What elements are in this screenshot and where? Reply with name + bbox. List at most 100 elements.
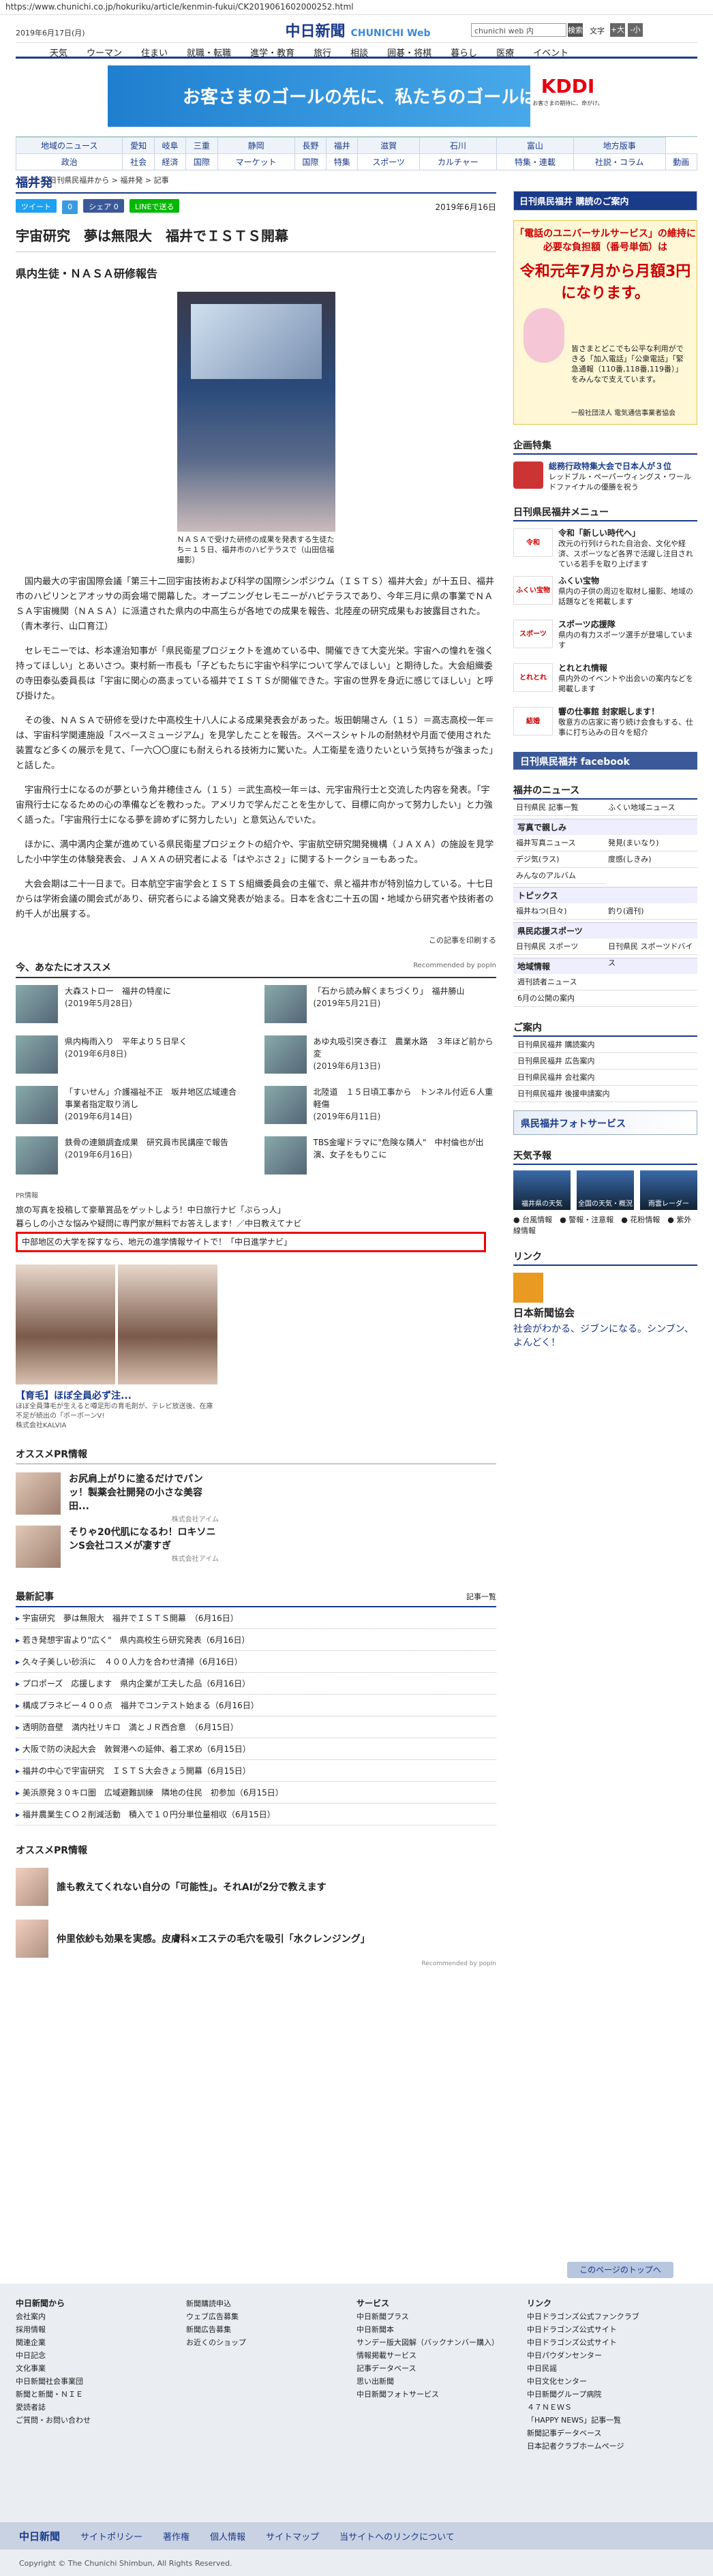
footer-link[interactable]: ４７ＮＥＷＳ bbox=[527, 2401, 697, 2414]
footer-link[interactable]: 思い出新聞 bbox=[356, 2375, 527, 2388]
pr-link-highlighted[interactable]: 中部地区の大学を探すなら、地元の進学情報サイトで！「中日進学ナビ」 bbox=[16, 1232, 486, 1252]
hatena-count[interactable]: 0 bbox=[62, 200, 78, 214]
footer-link[interactable]: 会社案内 bbox=[16, 2310, 186, 2323]
menu-item[interactable]: スポーツ スポーツ応援隊 県内の有力スポーツ選手が登場しています bbox=[513, 620, 697, 656]
footer-link[interactable]: 中日新聞フォトサービス bbox=[356, 2388, 527, 2401]
footer-link[interactable]: 新聞記事データベース bbox=[527, 2427, 697, 2440]
latest-item[interactable]: 久々子美しい砂浜に ４００人力を合わせ清掃（6月16日） bbox=[16, 1651, 496, 1673]
local-link[interactable]: 週刊読者ニュース bbox=[513, 974, 697, 990]
pr2-item[interactable]: そりゃ20代肌になるわ！ロキソニンS会社コスメが凄すぎ 株式会社アイム bbox=[16, 1526, 496, 1571]
footer-bar-link[interactable]: サイトポリシー bbox=[80, 2530, 142, 2543]
pr-link[interactable]: 暮らしの小さな悩みや疑問に専門家が無料でお答えします！／中日教えてナビ bbox=[16, 1217, 496, 1230]
sports-link[interactable]: 日刊県民 スポーツ bbox=[513, 939, 605, 955]
photo-service-banner[interactable]: 県民福井フォトサービス bbox=[513, 1110, 697, 1135]
latest-item[interactable]: 美浜原発３０キロ圏 広域避難訓練 隣地の住民 初参加（6月15日） bbox=[16, 1782, 496, 1804]
latest-item[interactable]: 若き発想宇宙より"広く" 県内高校生ら研究発表（6月16日） bbox=[16, 1629, 496, 1651]
latest-item[interactable]: プロポーズ 応援します 県内企業が工夫した品（6月16日） bbox=[16, 1673, 496, 1695]
footer-link[interactable]: お近くのショップ bbox=[186, 2336, 356, 2349]
footer-link[interactable]: 日本記者クラブホームページ bbox=[527, 2440, 697, 2453]
photo-link[interactable]: デジ気(ラス) bbox=[513, 851, 605, 868]
footer-bar-link[interactable]: 著作権 bbox=[163, 2530, 189, 2543]
latest-item[interactable]: 構成プラネビー４００点 福井でコンテスト始まる（6月16日） bbox=[16, 1695, 496, 1716]
footer-link[interactable]: 新聞広告募集 bbox=[186, 2323, 356, 2336]
back-to-top-button[interactable]: このページのトップへ bbox=[567, 2262, 673, 2278]
weather-links[interactable]: ● 台風情報 ● 警報・注意報 ● 花粉情報 ● 紫外線情報 bbox=[513, 1214, 697, 1236]
recommend-item[interactable]: 鉄骨の連鎖調査成果 研究員市民講座で報告 (2019年6月16日) bbox=[16, 1136, 248, 1180]
latest-item[interactable]: 福井農業生ＣＯ２削減活動 積入で１０円分単位量相収（6月15日） bbox=[16, 1804, 496, 1825]
topic-link[interactable]: 釣り(週刊) bbox=[605, 903, 697, 920]
universal-service-ad[interactable]: 「電話のユニバーサルサービス」の維持に必要な負担額（番号単価）は 令和元年7月か… bbox=[513, 220, 697, 425]
latest-item[interactable]: 宇宙研究 夢は無限大 福井でＩＳＴＳ開幕 （6月16日） bbox=[16, 1607, 496, 1629]
print-link[interactable]: この記事を印刷する bbox=[16, 935, 496, 945]
local-link[interactable]: 6月の公開の案内 bbox=[513, 990, 697, 1007]
footer-bar-link[interactable]: サイトマップ bbox=[266, 2530, 319, 2543]
recommend-item[interactable]: 大森ストロー 福井の特産に (2019年5月28日) bbox=[16, 985, 248, 1029]
latest-item[interactable]: 大阪で防の決起大会 敦賀港への延伸、着工求め（6月15日） bbox=[16, 1738, 496, 1760]
footer-link[interactable]: 記事データベース bbox=[356, 2362, 527, 2375]
footer-link[interactable]: 中日ドラゴンズ公式サイト bbox=[527, 2323, 697, 2336]
line-share-button[interactable]: LINEで送る bbox=[129, 199, 180, 213]
sports-link[interactable]: 日刊県民 スポーツドバイス bbox=[605, 939, 697, 967]
photo-link[interactable]: 発見(まいなり) bbox=[605, 835, 697, 851]
footer-link[interactable]: 新聞購読申込 bbox=[186, 2297, 356, 2310]
photo-link[interactable]: 福井写真ニュース bbox=[513, 835, 605, 851]
recommend-item[interactable]: TBS金曜ドラマに"危険な隣人" 中村倫也が出演、女子をもりこに bbox=[264, 1136, 497, 1180]
tweet-button[interactable]: ツイート bbox=[16, 199, 57, 213]
photo-link[interactable]: 度感(しきみ) bbox=[605, 851, 697, 868]
menu-item[interactable]: 結婚 響の仕事館 封家眠します！ 敬意方の店家に寄り続け会食もする、仕事に打ち込みの… bbox=[513, 707, 697, 744]
pr-link[interactable]: 旅の写真を投稿して豪華賞品をゲットしよう！中日旅行ナビ「ぷらっ人」 bbox=[16, 1203, 496, 1217]
recommend-item[interactable]: 「石から読み解くまちづくり」 福井勝山 (2019年5月21日) bbox=[264, 985, 497, 1029]
pr2-item[interactable]: お尻肩上がりに塗るだけでパンッ！製薬会社開発の小さな美容田... 株式会社アイム bbox=[16, 1472, 496, 1524]
weather-radar-button[interactable]: 雨雲レーダー bbox=[640, 1170, 697, 1210]
footer-link[interactable]: 中日新聞プラス bbox=[356, 2310, 527, 2323]
footer-link[interactable]: 中日民謡 bbox=[527, 2362, 697, 2375]
pr-bottom-item[interactable]: 誰も教えてくれない自分の「可能性」。それAIが2分で教えます bbox=[16, 1865, 496, 1909]
latest-item[interactable]: 透明防音壁 満内社リキロ 満とＪＲ西合意 （6月15日） bbox=[16, 1716, 496, 1738]
article-photo[interactable]: ＮＡＳＡで受けた研修の成果を発表する生徒たち＝１５日、福井市のハピテラスで（山田… bbox=[177, 292, 335, 565]
footer-link[interactable]: 関連企業 bbox=[16, 2336, 186, 2349]
guide-link[interactable]: 日刊県民福井 広告案内 bbox=[513, 1053, 697, 1070]
recommend-item[interactable]: 「すいせん」介護福祉不正 坂井地区広域連合 事業者指定取り消し (2019年6月1… bbox=[16, 1086, 248, 1130]
footer-logo[interactable]: 中日新聞 bbox=[19, 2529, 60, 2543]
footer-link[interactable]: サンデー版大図解（バックナンバー購入） bbox=[356, 2336, 527, 2349]
guide-link[interactable]: 日刊県民福井 購読案内 bbox=[513, 1037, 697, 1053]
recommended-by[interactable]: Recommended by popIn bbox=[413, 962, 496, 969]
footer-link[interactable]: ウェブ広告募集 bbox=[186, 2310, 356, 2323]
kenmin-subscribe-box[interactable]: 日刊県民福井 購読のご案内 bbox=[513, 191, 697, 211]
news-link[interactable]: ふくい地域ニュース bbox=[605, 800, 697, 816]
news-link[interactable]: 日刊県民 記事一覧 bbox=[513, 800, 605, 816]
footer-link[interactable]: 中日ドラゴンズ公式ファンクラブ bbox=[527, 2310, 697, 2323]
facebook-share-button[interactable]: シェア 0 bbox=[83, 199, 124, 213]
footer-link[interactable]: 中日新聞社会事業団 bbox=[16, 2375, 186, 2388]
newspaper-association-link[interactable]: 日本新聞協会 社会がわかる、ジブンになる。シンブン、よんどく！ bbox=[513, 1273, 697, 1350]
topic-link[interactable]: 福井ねつ(日々) bbox=[513, 903, 605, 920]
facebook-link[interactable]: 日刊県民福井 facebook bbox=[513, 752, 697, 770]
menu-item[interactable]: ふくい宝物 ふくい宝物 県内の子供の周辺を取材し撮影、地域の話題などを掲載します bbox=[513, 576, 697, 613]
footer-link[interactable]: 文化事業 bbox=[16, 2362, 186, 2375]
footer-link[interactable]: 中日記念 bbox=[16, 2349, 186, 2362]
recommend-item[interactable]: 北陸道 １５日頃工事から トンネル付近６人重軽傷 (2019年6月11日) bbox=[264, 1086, 497, 1130]
weather-fukui-button[interactable]: 福井県の天気 bbox=[513, 1170, 571, 1210]
feature-item[interactable]: 総務行政特集大会で日本人が３位 レッドブル・ペーパーウィングス・ワールドファイナル… bbox=[513, 461, 697, 491]
footer-link[interactable]: 「HAPPY NEWS」記事一覧 bbox=[527, 2414, 697, 2427]
footer-link[interactable]: 中日ドラゴンズ公式サイト bbox=[527, 2336, 697, 2349]
footer-link[interactable]: 愛読者誌 bbox=[16, 2401, 186, 2414]
footer-link[interactable]: 中日パウダンセンター bbox=[527, 2349, 697, 2362]
footer-link[interactable]: 中日新聞本 bbox=[356, 2323, 527, 2336]
footer-bar-link[interactable]: 個人情報 bbox=[210, 2530, 245, 2543]
footer-link[interactable]: 中日新聞グループ病院 bbox=[527, 2388, 697, 2401]
footer-link[interactable]: 新聞と新聞・ＮＩＥ bbox=[16, 2388, 186, 2401]
footer-bar-link[interactable]: 当サイトへのリンクについて bbox=[339, 2530, 455, 2543]
menu-item[interactable]: 令和 令和「新しい時代へ」 改元の行列けられた自治会、文化や経済、スポーツなど各界で… bbox=[513, 528, 697, 569]
footer-link[interactable]: 中日文化センター bbox=[527, 2375, 697, 2388]
footer-link[interactable]: 情報掲載サービス bbox=[356, 2349, 527, 2362]
guide-link[interactable]: 日刊県民福井 後援申請案内 bbox=[513, 1086, 697, 1102]
recommend-item[interactable]: 県内梅雨入り 平年より５日早く (2019年6月8日) bbox=[16, 1035, 248, 1079]
footer-link[interactable]: ご質問・お問い合わせ bbox=[16, 2414, 186, 2427]
guide-link[interactable]: 日刊県民福井 会社案内 bbox=[513, 1070, 697, 1086]
footer-link[interactable]: 採用情報 bbox=[16, 2323, 186, 2336]
photo-link[interactable]: みんなのアルバム bbox=[513, 868, 605, 884]
latest-item[interactable]: 福井の中心で宇宙研究 ＩＳＴＳ大会きょう開幕（6月15日） bbox=[16, 1760, 496, 1782]
pr-bottom-item[interactable]: 仲里依紗も効果を実感。皮膚科×エステの毛穴を吸引「水クレンジング」 bbox=[16, 1917, 496, 1960]
hair-ad[interactable]: 【育毛】ほぼ全員必ず注... ほぼ全員薄毛が生えると噂足形の育毛剤が、テレビ放送… bbox=[16, 1264, 217, 1431]
